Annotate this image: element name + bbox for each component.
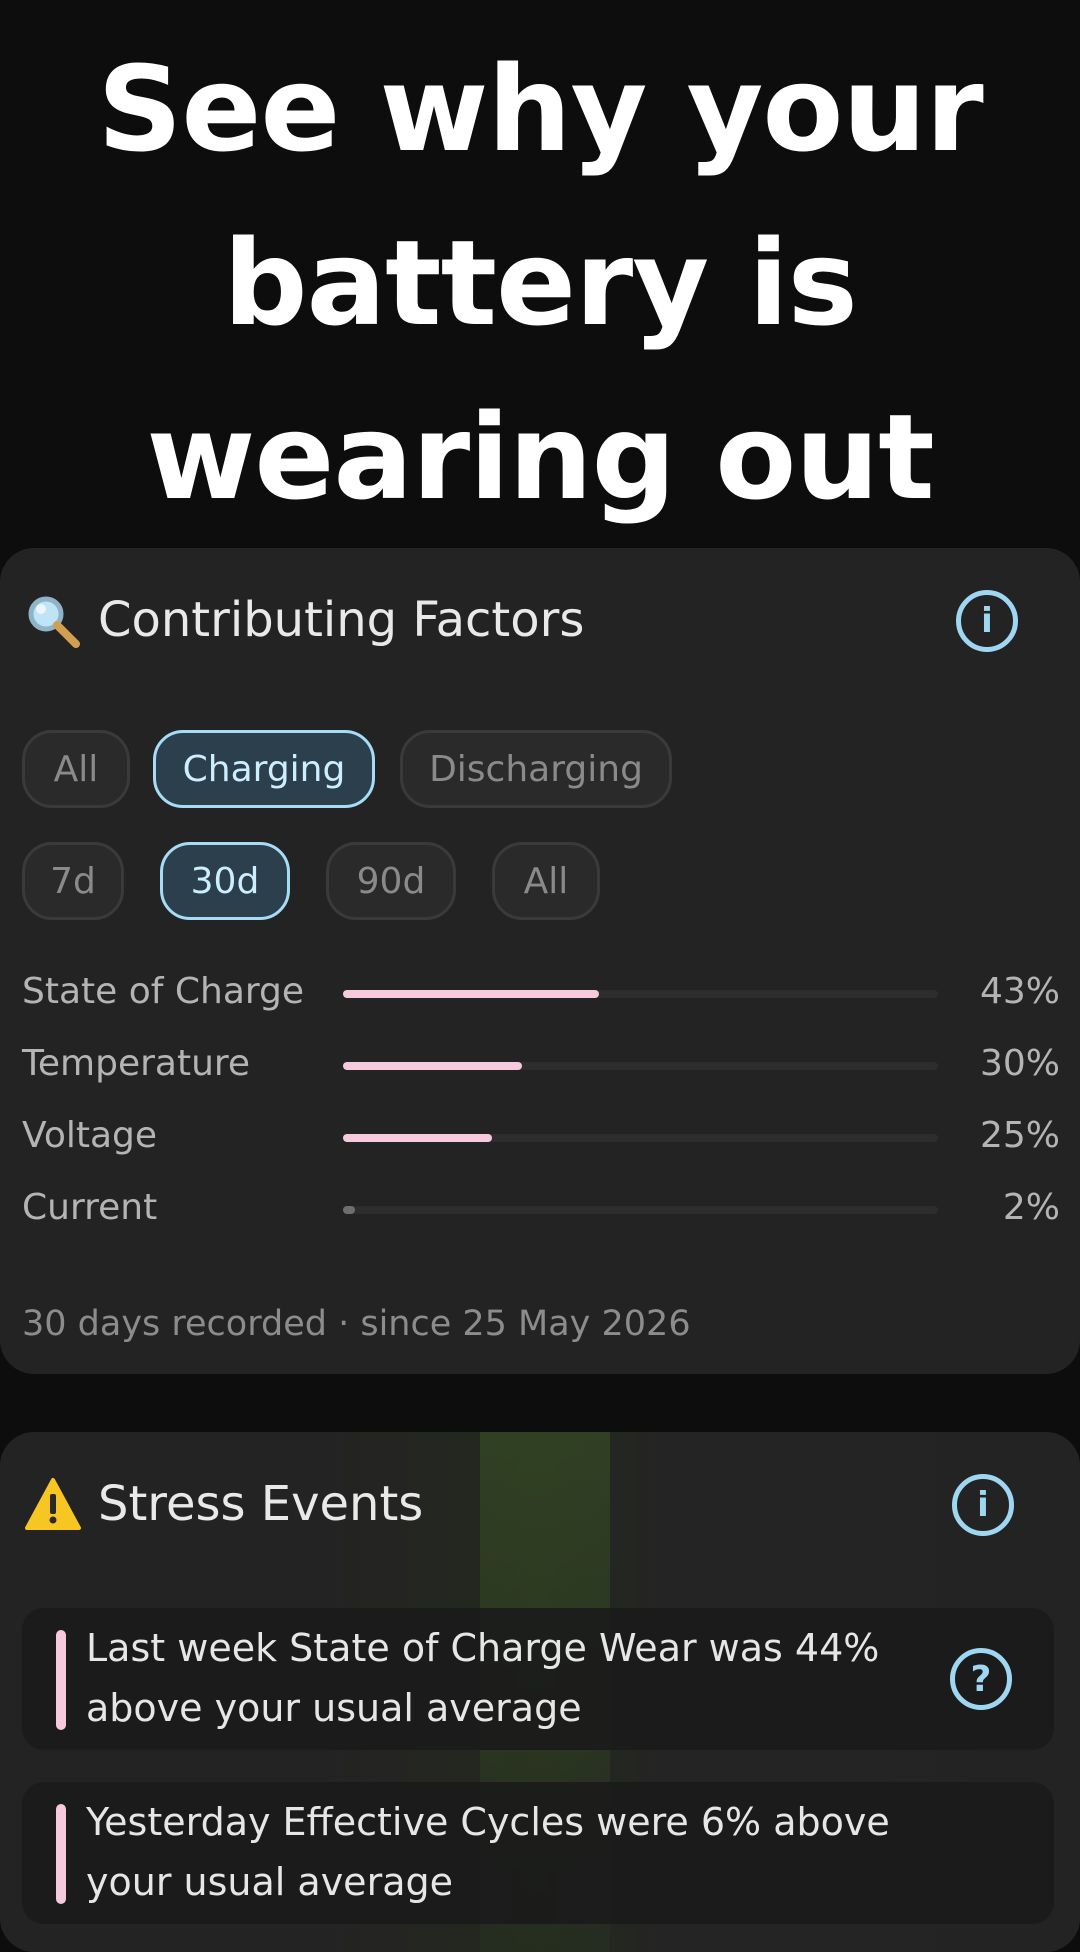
recorded-footnote: 30 days recorded · since 25 May 2026 <box>22 1304 691 1344</box>
chip-range-all[interactable]: All <box>492 842 600 920</box>
chip-range-90d[interactable]: 90d <box>326 842 456 920</box>
stress-event-item[interactable]: Last week State of Charge Wear was 44% a… <box>22 1608 1054 1750</box>
chip-range-7d[interactable]: 7d <box>22 842 124 920</box>
headline: See why your battery is wearing out <box>0 0 1080 544</box>
factor-bar-fill <box>343 990 599 998</box>
factor-percent: 25% <box>979 1115 1060 1156</box>
chip-range-30d[interactable]: 30d <box>160 842 290 920</box>
factor-label: State of Charge <box>22 971 305 1012</box>
help-glyph: ? <box>970 1658 992 1700</box>
info-glyph: i <box>981 601 993 641</box>
headline-line-3: wearing out <box>146 388 934 526</box>
factor-bar-fill <box>343 1206 355 1214</box>
chip-label: 30d <box>190 860 260 902</box>
headline-line-2: battery is <box>223 214 858 352</box>
factor-label: Temperature <box>22 1043 251 1084</box>
factor-bar-track <box>343 1206 938 1214</box>
chip-label: 7d <box>50 860 96 902</box>
factor-percent: 30% <box>979 1043 1060 1084</box>
factor-bar-fill <box>343 1062 522 1070</box>
contributing-factors-card: Contributing Factors i All Charging Disc… <box>0 548 1080 1374</box>
info-icon[interactable]: i <box>956 590 1018 652</box>
chip-label: All <box>53 748 99 790</box>
factor-percent: 43% <box>979 971 1060 1012</box>
chip-mode-all[interactable]: All <box>22 730 130 808</box>
factor-label: Voltage <box>22 1115 158 1156</box>
info-icon[interactable]: i <box>952 1474 1014 1536</box>
event-marker <box>56 1804 66 1904</box>
factor-bar-fill <box>343 1134 492 1142</box>
help-icon[interactable]: ? <box>950 1648 1012 1710</box>
chip-mode-discharging[interactable]: Discharging <box>400 730 672 808</box>
factor-bar-track <box>343 1134 938 1142</box>
chip-label: Discharging <box>429 748 643 790</box>
factor-percent: 2% <box>1002 1187 1060 1228</box>
factor-bar-track <box>343 990 938 998</box>
factor-bar-track <box>343 1062 938 1070</box>
contributing-factors-title: Contributing Factors <box>98 592 585 648</box>
stress-events-title: Stress Events <box>98 1476 424 1532</box>
chip-label: 90d <box>356 860 426 902</box>
info-glyph: i <box>977 1485 989 1525</box>
headline-line-1: See why your <box>97 40 983 178</box>
magnifier-icon <box>28 596 80 648</box>
event-text: Last week State of Charge Wear was 44% a… <box>86 1626 880 1730</box>
chip-label: All <box>523 860 569 902</box>
event-marker <box>56 1630 66 1730</box>
factor-label: Current <box>22 1187 158 1228</box>
stress-event-item[interactable]: Yesterday Effective Cycles were 6% above… <box>22 1782 1054 1924</box>
event-text: Yesterday Effective Cycles were 6% above… <box>86 1800 890 1904</box>
warning-icon <box>25 1478 81 1530</box>
chip-mode-charging[interactable]: Charging <box>153 730 375 808</box>
chip-label: Charging <box>182 748 346 790</box>
stress-events-card: Stress Events i Last week State of Charg… <box>0 1432 1080 1952</box>
